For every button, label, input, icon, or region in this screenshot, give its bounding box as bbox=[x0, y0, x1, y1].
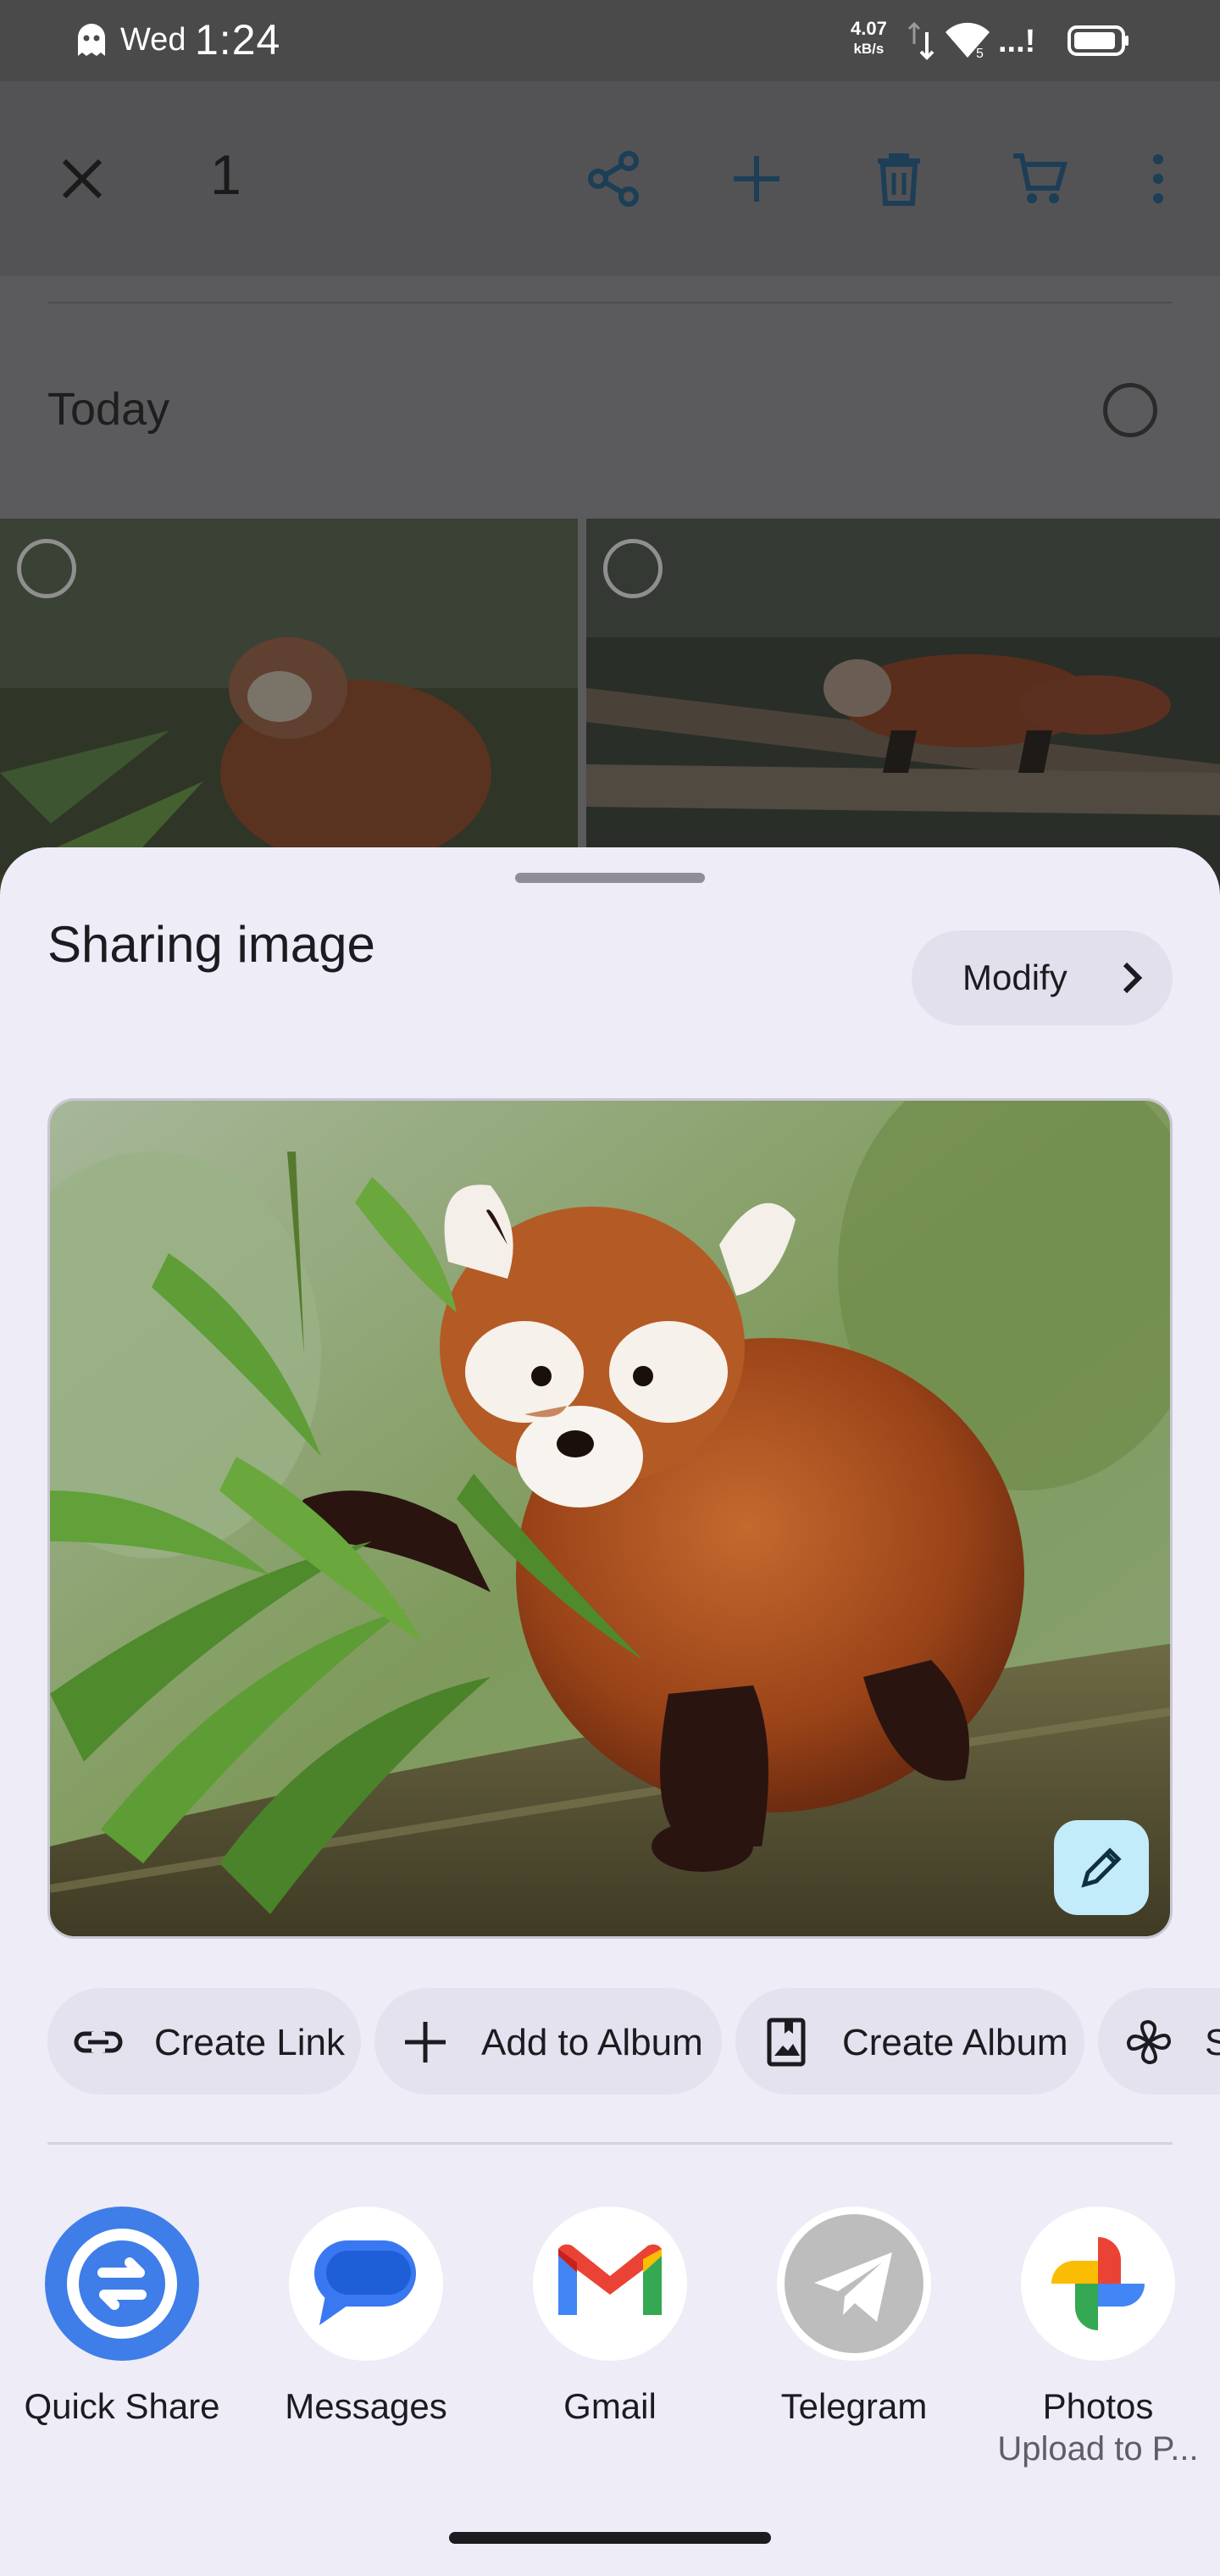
chevron-right-icon bbox=[1123, 962, 1143, 994]
create-album-chip[interactable]: Create Album bbox=[735, 1988, 1084, 2095]
signal-indicator: ...! bbox=[998, 24, 1036, 59]
share-sheet: Sharing image Modify Create Link Add to … bbox=[0, 847, 1220, 2576]
share-more-label: S bbox=[1205, 2022, 1220, 2063]
gmail-icon bbox=[533, 2207, 687, 2361]
section-title: Today bbox=[47, 384, 170, 435]
network-speed-unit: kB/s bbox=[853, 41, 884, 57]
close-icon[interactable] bbox=[53, 149, 112, 208]
share-icon[interactable] bbox=[585, 149, 644, 208]
plus-icon bbox=[405, 2022, 446, 2062]
battery-icon bbox=[1068, 25, 1128, 56]
messages-icon bbox=[289, 2207, 443, 2361]
network-speed: 4.07 kB/s bbox=[851, 19, 887, 59]
network-speed-value: 4.07 bbox=[851, 18, 887, 39]
add-icon[interactable] bbox=[727, 149, 786, 208]
select-all-radio[interactable] bbox=[1103, 383, 1157, 437]
create-link-chip[interactable]: Create Link bbox=[47, 1988, 361, 2095]
pinwheel-icon bbox=[1126, 2019, 1172, 2065]
share-target-photos[interactable]: Photos Upload to P... bbox=[976, 2207, 1220, 2468]
modify-label: Modify bbox=[962, 958, 1068, 997]
delete-icon[interactable] bbox=[869, 149, 929, 208]
wifi-icon: 5 bbox=[946, 22, 990, 61]
photo-select-radio[interactable] bbox=[603, 539, 663, 598]
share-target-messages[interactable]: Messages bbox=[244, 2207, 488, 2427]
link-icon bbox=[74, 2031, 123, 2053]
header-divider bbox=[47, 302, 1173, 303]
messages-label: Messages bbox=[285, 2386, 447, 2426]
action-chips: Create Link Add to Album Create Album S bbox=[47, 1988, 1220, 2095]
share-target-gmail[interactable]: Gmail bbox=[488, 2207, 732, 2427]
pencil-icon bbox=[1081, 1847, 1122, 1888]
ghost-icon bbox=[78, 24, 105, 56]
telegram-label: Telegram bbox=[780, 2386, 928, 2426]
photos-sublabel: Upload to P... bbox=[997, 2430, 1199, 2468]
create-link-label: Create Link bbox=[154, 2022, 346, 2063]
svg-text:5: 5 bbox=[976, 47, 984, 61]
quick-share-icon bbox=[45, 2207, 199, 2361]
status-time: 1:24 bbox=[195, 16, 281, 64]
sheet-divider bbox=[47, 2142, 1173, 2145]
edit-button[interactable] bbox=[1054, 1820, 1149, 1915]
add-to-album-chip[interactable]: Add to Album bbox=[374, 1988, 722, 2095]
photos-icon bbox=[1021, 2207, 1175, 2361]
gallery-background: 1 Today bbox=[0, 81, 1220, 932]
quick-share-label: Quick Share bbox=[24, 2386, 220, 2426]
cart-icon[interactable] bbox=[1010, 149, 1069, 208]
red-panda-preview-image bbox=[50, 1101, 1170, 1936]
album-icon bbox=[767, 2018, 806, 2067]
more-vert-icon[interactable] bbox=[1130, 149, 1186, 208]
telegram-icon bbox=[777, 2207, 931, 2361]
status-day: Wed bbox=[120, 22, 186, 58]
selected-count: 1 bbox=[210, 143, 241, 206]
selection-toolbar: 1 bbox=[0, 81, 1220, 276]
share-target-telegram[interactable]: Telegram bbox=[732, 2207, 976, 2427]
data-arrows-icon bbox=[907, 21, 934, 60]
sheet-title: Sharing image bbox=[47, 916, 375, 973]
gmail-label: Gmail bbox=[563, 2386, 657, 2426]
share-more-chip[interactable]: S bbox=[1098, 1988, 1220, 2095]
share-target-quick-share[interactable]: Quick Share bbox=[0, 2207, 244, 2427]
create-album-label: Create Album bbox=[842, 2022, 1068, 2063]
photos-label: Photos bbox=[1042, 2386, 1154, 2426]
modify-button[interactable]: Modify bbox=[912, 930, 1173, 1025]
status-bar: Wed 1:24 4.07 kB/s 5 ...! bbox=[0, 0, 1220, 81]
photo-select-radio[interactable] bbox=[17, 539, 76, 598]
image-preview bbox=[47, 1098, 1173, 1939]
drag-handle[interactable] bbox=[515, 873, 705, 883]
add-to-album-label: Add to Album bbox=[481, 2022, 703, 2063]
gesture-nav-bar[interactable] bbox=[449, 2532, 771, 2544]
